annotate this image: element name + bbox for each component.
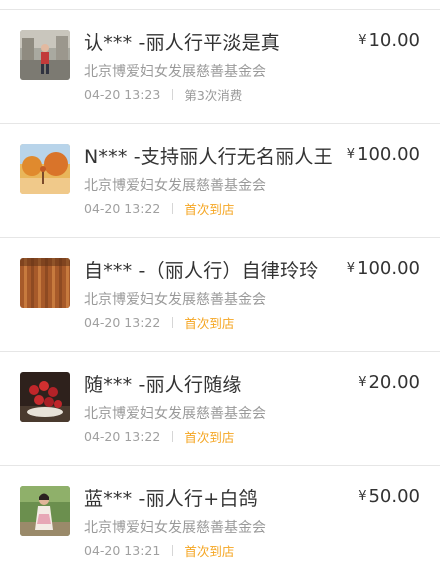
visit-tag: 第3次消费: [184, 88, 243, 103]
donation-amount: ¥100.00: [346, 258, 420, 279]
item-title: N*** -支持丽人行无名丽人王: [84, 146, 333, 168]
autumn-scene-avatar: [20, 144, 70, 194]
woman-outdoor-avatar: [20, 486, 70, 536]
timestamp: 04-20 13:21: [84, 543, 161, 558]
visit-tag: 首次到店: [184, 430, 235, 445]
visit-tag: 首次到店: [184, 544, 235, 559]
donation-amount: ¥50.00: [358, 486, 420, 507]
item-meta: 04-20 13:22 首次到店: [84, 313, 234, 332]
timestamp: 04-20 13:22: [84, 315, 161, 330]
organization-name: 北京博爱妇女发展慈善基金会: [84, 520, 266, 536]
cherries-avatar: [20, 372, 70, 422]
meta-separator: [172, 431, 174, 442]
woven-texture-avatar: [20, 258, 70, 308]
meta-separator: [172, 89, 174, 100]
timestamp: 04-20 13:22: [84, 429, 161, 444]
timestamp: 04-20 13:22: [84, 201, 161, 216]
item-meta: 04-20 13:22 首次到店: [84, 199, 234, 218]
organization-name: 北京博爱妇女发展慈善基金会: [84, 64, 266, 80]
visit-tag: 首次到店: [184, 202, 235, 217]
item-title: 蓝*** -丽人行+白鸽: [84, 488, 258, 510]
meta-separator: [172, 317, 174, 328]
item-title: 随*** -丽人行随缘: [84, 374, 242, 396]
list-item[interactable]: 蓝*** -丽人行+白鸽 ¥50.00 北京博爱妇女发展慈善基金会 04-20 …: [0, 466, 440, 580]
organization-name: 北京博爱妇女发展慈善基金会: [84, 292, 266, 308]
meta-separator: [172, 203, 174, 214]
organization-name: 北京博爱妇女发展慈善基金会: [84, 406, 266, 422]
donation-list: 认*** -丽人行平淡是真 ¥10.00 北京博爱妇女发展慈善基金会 04-20…: [0, 10, 440, 580]
list-item[interactable]: 认*** -丽人行平淡是真 ¥10.00 北京博爱妇女发展慈善基金会 04-20…: [0, 10, 440, 124]
list-item[interactable]: 随*** -丽人行随缘 ¥20.00 北京博爱妇女发展慈善基金会 04-20 1…: [0, 352, 440, 466]
item-title: 自*** -（丽人行）自律玲玲: [84, 260, 319, 282]
donation-amount: ¥100.00: [346, 144, 420, 165]
donation-amount: ¥20.00: [358, 372, 420, 393]
person-photo-avatar: [20, 30, 70, 80]
meta-separator: [172, 545, 174, 556]
list-item[interactable]: N*** -支持丽人行无名丽人王 ¥100.00 北京博爱妇女发展慈善基金会 0…: [0, 124, 440, 238]
timestamp: 04-20 13:23: [84, 87, 161, 102]
item-meta: 04-20 13:21 首次到店: [84, 541, 234, 560]
item-meta: 04-20 13:23 第3次消费: [84, 85, 242, 104]
donation-amount: ¥10.00: [358, 30, 420, 51]
top-divider: [0, 0, 440, 10]
item-title: 认*** -丽人行平淡是真: [84, 32, 280, 54]
list-item[interactable]: 自*** -（丽人行）自律玲玲 ¥100.00 北京博爱妇女发展慈善基金会 04…: [0, 238, 440, 352]
visit-tag: 首次到店: [184, 316, 235, 331]
organization-name: 北京博爱妇女发展慈善基金会: [84, 178, 266, 194]
item-meta: 04-20 13:22 首次到店: [84, 427, 234, 446]
